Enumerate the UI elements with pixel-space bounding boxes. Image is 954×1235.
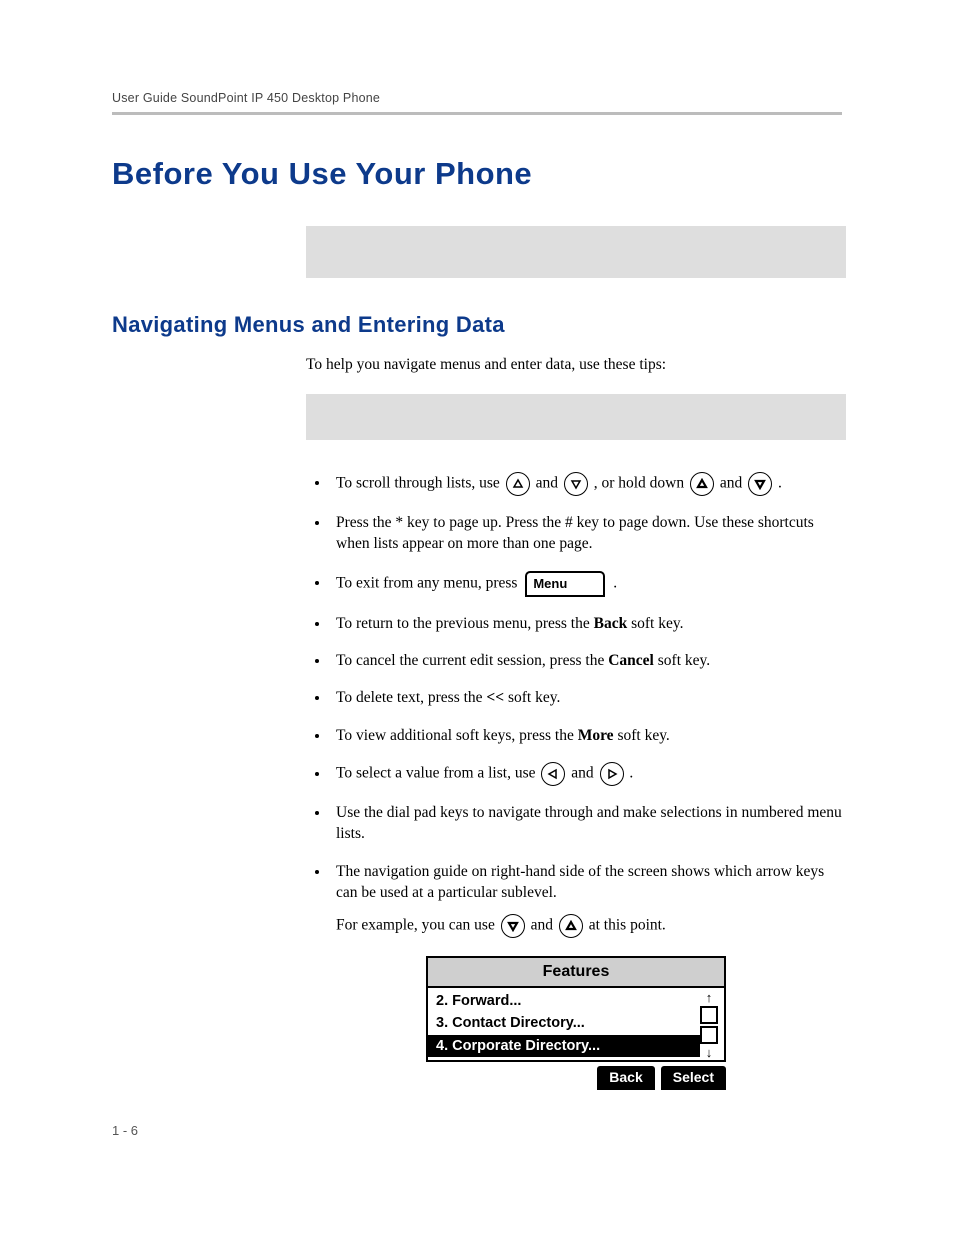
running-header: User Guide SoundPoint IP 450 Desktop Pho… [112,90,842,115]
softkey-select: Select [661,1066,726,1090]
tip-delete: To delete text, press the << soft key. [330,687,846,708]
text: soft key. [654,652,710,669]
text: and [720,474,746,491]
text: To select a value from a list, use [336,765,539,782]
lcd-softkeys: Back Select [426,1066,726,1090]
right-arrow-icon [600,762,624,786]
text: To exit from any menu, press [336,574,521,591]
tip-cancel: To cancel the current edit session, pres… [330,650,846,671]
nav-box-icon [700,1006,718,1024]
text: . [778,474,782,491]
down-arrow-icon: ↓ [706,1046,713,1059]
nav-box-icon [700,1026,718,1044]
down-arrow-bold-icon [748,472,772,496]
text: soft key. [627,615,683,632]
text: To delete text, press the [336,689,486,706]
text: To return to the previous menu, press th… [336,615,594,632]
text: To view additional soft keys, press the [336,727,578,744]
page-number: 1 - 6 [112,1122,138,1140]
lcd-body: 2. Forward... 3. Contact Directory... 4.… [426,988,726,1062]
left-arrow-icon [541,762,565,786]
chapter-title: Before You Use Your Phone [112,153,842,196]
lcd-row-selected: 4. Corporate Directory... [428,1035,700,1057]
text: at this point. [589,916,666,933]
text: To cancel the current edit session, pres… [336,652,608,669]
lcd-row: 2. Forward... [434,990,694,1012]
text: and [531,916,557,933]
text: The navigation guide on right-hand side … [336,863,824,901]
text: and [571,765,597,782]
up-arrow-bold-icon [690,472,714,496]
text: and [536,474,562,491]
softkey-back: Back [597,1066,654,1090]
softkey-name: Cancel [608,652,654,669]
softkey-name: << [486,689,504,706]
text: To scroll through lists, use [336,474,504,491]
section-intro: To help you navigate menus and enter dat… [306,354,846,375]
up-arrow-bold-icon [559,914,583,938]
section-title: Navigating Menus and Entering Data [112,310,842,340]
up-arrow-icon [506,472,530,496]
text: soft key. [614,727,670,744]
down-arrow-icon [564,472,588,496]
tips-list: To scroll through lists, use and , or ho… [306,472,846,1090]
text: . [613,574,617,591]
lcd-nav-guide: ↑ ↓ [698,991,720,1059]
menu-button-graphic: Menu [525,571,605,597]
phone-lcd-example: Features 2. Forward... 3. Contact Direct… [426,956,726,1090]
tip-exit: To exit from any menu, press Menu . [330,571,846,597]
tip-page: Press the * key to page up. Press the # … [330,512,846,555]
text: For example, you can use [336,916,499,933]
tip-select: To select a value from a list, use and . [330,762,846,786]
text: , or hold down [594,474,688,491]
text: soft key. [504,689,560,706]
down-arrow-bold-icon [501,914,525,938]
text: . [629,765,633,782]
note-placeholder-band [306,226,846,278]
tip-navguide: The navigation guide on right-hand side … [330,861,846,1090]
lcd-row: 3. Contact Directory... [434,1012,694,1034]
tip-back: To return to the previous menu, press th… [330,613,846,634]
note-placeholder-band-2 [306,394,846,440]
softkey-name: More [578,727,614,744]
tip-more: To view additional soft keys, press the … [330,725,846,746]
softkey-name: Back [594,615,628,632]
tip-dialpad: Use the dial pad keys to navigate throug… [330,802,846,845]
up-arrow-icon: ↑ [706,991,713,1004]
tip-scroll: To scroll through lists, use and , or ho… [330,472,846,496]
lcd-title: Features [426,956,726,988]
